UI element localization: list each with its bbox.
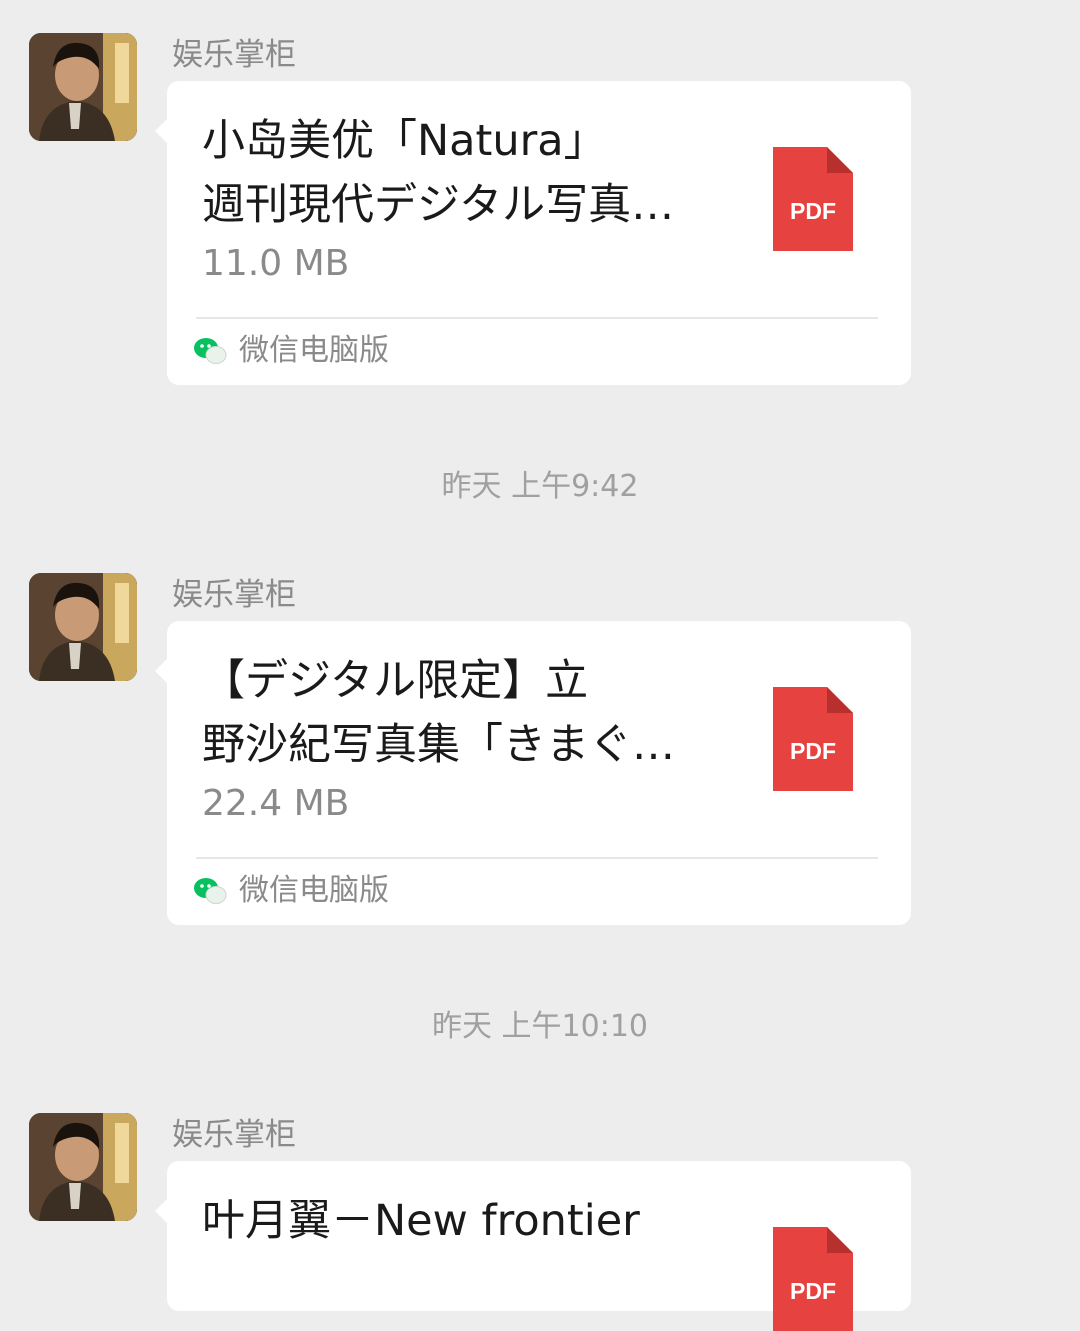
svg-text:PDF: PDF [790, 198, 836, 224]
pdf-file-icon: PDF [773, 147, 853, 251]
pdf-file-icon: PDF [773, 687, 853, 791]
file-size: 11.0 MB [202, 243, 350, 284]
file-message-card[interactable]: 小岛美优「Natura」 週刊現代デジタル写真… 11.0 MB PDF 微信电… [155, 81, 911, 385]
file-message-card[interactable]: 叶月翼－New frontier PDF [155, 1161, 911, 1331]
sender-name: 娱乐掌柜 [172, 577, 296, 613]
wechat-logo-icon [194, 878, 227, 904]
pdf-file-icon: PDF [773, 1227, 853, 1331]
chat-timestamp: 昨天 上午10:10 [432, 1009, 648, 1044]
svg-text:PDF: PDF [790, 1278, 836, 1304]
sender-name: 娱乐掌柜 [172, 1117, 296, 1153]
sender-name: 娱乐掌柜 [172, 37, 296, 73]
svg-text:PDF: PDF [790, 738, 836, 764]
wechat-logo-icon [194, 338, 227, 364]
source-app: 微信电脑版 [193, 869, 389, 913]
source-label: 微信电脑版 [239, 333, 389, 368]
source-label: 微信电脑版 [239, 873, 389, 908]
file-message-card[interactable]: 【デジタル限定】立 野沙紀写真集「きまぐ… 22.4 MB PDF 微信电脑版 [155, 621, 911, 925]
file-name: 叶月翼－New frontier [202, 1196, 640, 1246]
sender-avatar[interactable] [29, 33, 137, 141]
file-name: 小岛美优「Natura」 週刊現代デジタル写真… [202, 116, 675, 230]
sender-avatar[interactable] [29, 573, 137, 681]
card-divider [196, 857, 878, 859]
source-app: 微信电脑版 [193, 329, 389, 373]
card-divider [196, 317, 878, 319]
file-size: 22.4 MB [202, 783, 350, 824]
chat-timestamp: 昨天 上午9:42 [441, 469, 639, 504]
sender-avatar[interactable] [29, 1113, 137, 1221]
file-name: 【デジタル限定】立 野沙紀写真集「きまぐ… [202, 656, 675, 770]
